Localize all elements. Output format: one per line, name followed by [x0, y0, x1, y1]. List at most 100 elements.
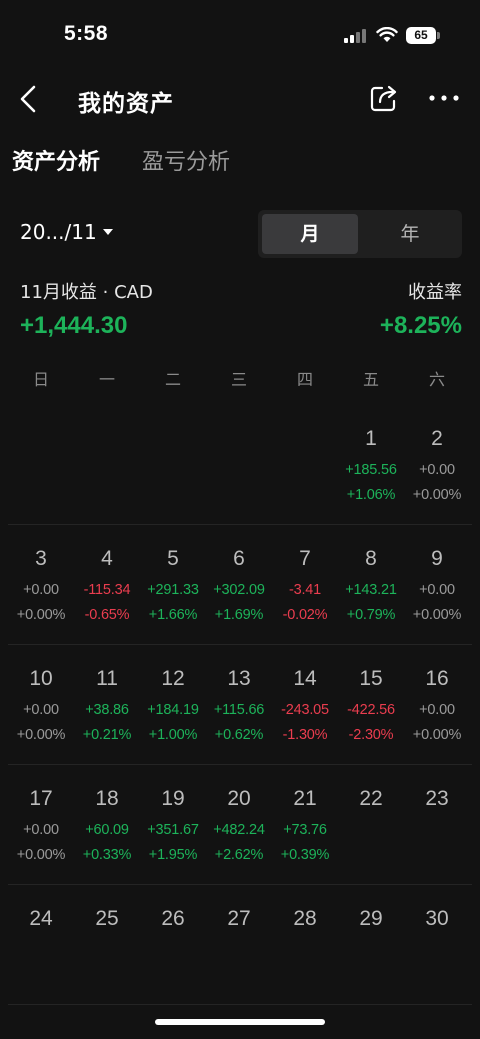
calendar-day-cell[interactable]: 15 -422.56 -2.30% [338, 645, 404, 765]
monthly-earnings-label: 11月收益 · CAD [20, 282, 153, 303]
battery-tip [437, 32, 440, 39]
calendar-day-cell[interactable]: 26 [140, 885, 206, 1005]
day-pnl-amount: -115.34 [83, 582, 131, 598]
calendar-day-cell[interactable]: 7 -3.41 -0.02% [272, 525, 338, 645]
day-pnl-percent [8, 486, 74, 504]
day-pnl-amount [404, 941, 470, 959]
weekday-header: 日 一 二 三 四 五 六 [8, 366, 472, 396]
day-pnl-amount [206, 941, 272, 959]
calendar-day-cell[interactable]: 13 +115.66 +0.62% [206, 645, 272, 765]
day-pnl-percent: +0.00% [16, 847, 66, 863]
day-pnl-percent: +0.39% [280, 847, 330, 863]
calendar-day-cell[interactable]: 19 +351.67 +1.95% [140, 765, 206, 885]
day-pnl-percent: +0.00% [412, 487, 462, 503]
day-pnl-amount: -3.41 [288, 582, 322, 598]
tab-asset-analysis[interactable]: 资产分析 [12, 144, 100, 176]
calendar-day-cell[interactable]: 27 [206, 885, 272, 1005]
calendar-day-cell [140, 405, 206, 525]
day-number [272, 427, 338, 451]
day-pnl-amount: +0.00 [23, 702, 59, 718]
day-pnl-amount [272, 461, 338, 479]
day-number: 16 [425, 667, 449, 690]
day-pnl-percent: +0.00% [412, 727, 462, 743]
calendar-day-cell[interactable]: 29 [338, 885, 404, 1005]
calendar-day-cell[interactable]: 5 +291.33 +1.66% [140, 525, 206, 645]
share-icon[interactable] [368, 82, 400, 114]
day-pnl-amount: +302.09 [213, 582, 265, 598]
calendar-day-cell[interactable]: 24 [8, 885, 74, 1005]
day-number: 18 [95, 787, 119, 810]
day-number: 9 [431, 547, 443, 570]
calendar-day-cell[interactable]: 16 +0.00 +0.00% [404, 645, 470, 765]
battery-icon: 65 [406, 27, 436, 44]
period-dropdown[interactable]: 20.../11 [20, 220, 113, 244]
tab-pnl-analysis[interactable]: 盈亏分析 [142, 144, 230, 176]
day-number: 24 [29, 907, 53, 930]
day-pnl-percent: +0.21% [82, 727, 132, 743]
calendar-day-cell[interactable]: 18 +60.09 +0.33% [74, 765, 140, 885]
wifi-icon [376, 27, 398, 42]
day-number: 10 [29, 667, 53, 690]
day-pnl-percent [338, 846, 404, 864]
day-number: 26 [161, 907, 185, 930]
day-pnl-amount: +0.00 [419, 702, 455, 718]
weekday-sun: 日 [32, 370, 49, 389]
calendar-day-cell[interactable]: 1 +185.56 +1.06% [338, 405, 404, 525]
return-rate-label: 收益率 [408, 282, 462, 303]
calendar-day-cell[interactable]: 2 +0.00 +0.00% [404, 405, 470, 525]
calendar-day-cell[interactable]: 11 +38.86 +0.21% [74, 645, 140, 765]
day-number: 12 [161, 667, 185, 690]
day-number: 17 [29, 787, 53, 810]
day-pnl-amount: +115.66 [213, 702, 265, 718]
day-pnl-percent [206, 966, 272, 984]
day-pnl-amount [8, 941, 74, 959]
calendar-day-cell[interactable]: 12 +184.19 +1.00% [140, 645, 206, 765]
day-pnl-amount [338, 941, 404, 959]
day-pnl-percent: -2.30% [348, 727, 394, 743]
day-number: 15 [359, 667, 383, 690]
calendar-day-cell[interactable]: 6 +302.09 +1.69% [206, 525, 272, 645]
calendar-day-cell[interactable]: 8 +143.21 +0.79% [338, 525, 404, 645]
day-number [8, 427, 74, 451]
more-options-icon[interactable] [428, 88, 460, 108]
day-pnl-percent: +1.66% [148, 607, 198, 623]
calendar-day-cell[interactable]: 21 +73.76 +0.39% [272, 765, 338, 885]
day-number: 29 [359, 907, 383, 930]
day-number: 20 [227, 787, 251, 810]
toggle-year-button[interactable]: 年 [362, 214, 458, 254]
day-pnl-percent: +0.00% [16, 727, 66, 743]
day-pnl-amount: -243.05 [281, 702, 329, 718]
calendar-day-cell[interactable]: 22 [338, 765, 404, 885]
back-arrow-icon[interactable] [14, 82, 44, 116]
calendar-day-cell[interactable]: 23 [404, 765, 470, 885]
day-pnl-amount: +60.09 [85, 822, 129, 838]
day-number: 4 [101, 547, 113, 570]
calendar-day-cell[interactable]: 20 +482.24 +2.62% [206, 765, 272, 885]
calendar-day-cell[interactable]: 10 +0.00 +0.00% [8, 645, 74, 765]
weekday-mon: 一 [98, 370, 115, 389]
toggle-month-button[interactable]: 月 [262, 214, 358, 254]
day-number: 13 [227, 667, 251, 690]
day-pnl-percent: -1.30% [282, 727, 328, 743]
calendar-day-cell[interactable]: 3 +0.00 +0.00% [8, 525, 74, 645]
weekday-wed: 三 [230, 370, 247, 389]
day-pnl-amount: +291.33 [147, 582, 199, 598]
calendar-day-cell[interactable]: 25 [74, 885, 140, 1005]
calendar-day-cell[interactable]: 14 -243.05 -1.30% [272, 645, 338, 765]
day-number: 8 [365, 547, 377, 570]
day-number: 21 [293, 787, 317, 810]
day-pnl-percent: +0.79% [346, 607, 396, 623]
day-pnl-percent [338, 966, 404, 984]
calendar-day-cell[interactable]: 28 [272, 885, 338, 1005]
day-number [74, 427, 140, 451]
day-pnl-amount: +185.56 [345, 462, 397, 478]
return-rate-value: +8.25% [379, 312, 462, 339]
calendar-day-cell[interactable]: 17 +0.00 +0.00% [8, 765, 74, 885]
day-pnl-amount [140, 941, 206, 959]
day-pnl-percent: +1.06% [346, 487, 396, 503]
calendar-week-row: 24 25 26 27 28 29 30 [8, 885, 472, 1005]
calendar-day-cell[interactable]: 30 [404, 885, 470, 1005]
calendar-day-cell[interactable]: 9 +0.00 +0.00% [404, 525, 470, 645]
top-nav: 我的资产 [0, 70, 480, 130]
calendar-day-cell[interactable]: 4 -115.34 -0.65% [74, 525, 140, 645]
